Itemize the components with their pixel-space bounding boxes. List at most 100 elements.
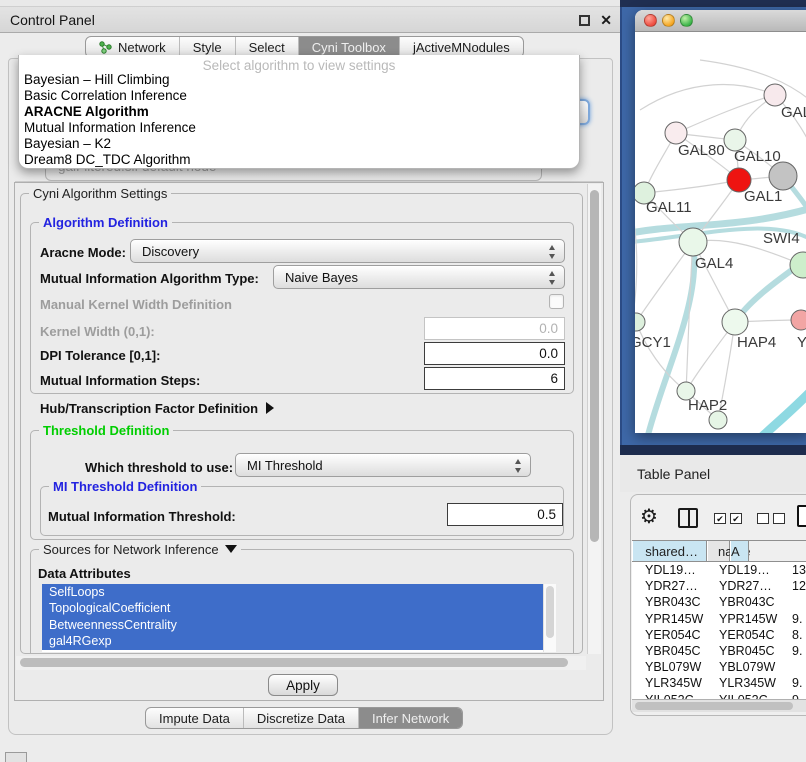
tab[interactable]: jActiveMNodules	[400, 37, 523, 57]
menu-item[interactable]: ARACNE Algorithm	[19, 104, 579, 120]
column-header[interactable]: shared…	[632, 541, 707, 561]
scrollbar-thumb[interactable]	[590, 190, 599, 542]
mi-type-combo[interactable]: Naive Bayes	[273, 265, 565, 289]
restore-panel-icon[interactable]	[5, 752, 27, 762]
network-node[interactable]	[791, 310, 806, 330]
data-attributes-label: Data Attributes	[38, 566, 131, 581]
node-label: GAL	[781, 104, 806, 121]
menu-item[interactable]: Mutual Information Inference	[19, 120, 579, 136]
node-label: SWI4	[763, 230, 800, 247]
node-label: Y	[797, 334, 806, 351]
tab-label: Select	[249, 40, 285, 55]
checkbox-unchecked-icon[interactable]	[773, 513, 785, 524]
data-attributes-list[interactable]: SelfLoops TopologicalCoefficient Between…	[42, 584, 556, 652]
tab-label: Discretize Data	[257, 711, 345, 726]
menu-item[interactable]: Dream8 DC_TDC Algorithm	[19, 152, 579, 168]
tab-label: Impute Data	[159, 711, 230, 726]
gear-icon[interactable]: ⚙	[640, 507, 658, 527]
network-node[interactable]	[722, 309, 748, 335]
sources-toggle[interactable]: Sources for Network Inference	[39, 542, 241, 557]
table-row[interactable]: YDL19… YDL19… 13	[632, 562, 806, 578]
column-header[interactable]: A	[730, 541, 749, 561]
tab[interactable]: Select	[236, 37, 299, 57]
float-window-icon[interactable]	[579, 15, 590, 26]
horizontal-scrollbar[interactable]	[16, 656, 586, 670]
manual-kernel-checkbox[interactable]	[549, 294, 564, 309]
attribute-item-selected[interactable]: SelfLoops	[42, 584, 543, 600]
network-node[interactable]	[709, 411, 727, 429]
scrollbar-thumb[interactable]	[20, 658, 568, 667]
scrollbar-thumb[interactable]	[635, 702, 793, 710]
attribute-item-selected[interactable]: BetweennessCentrality	[42, 617, 543, 633]
control-panel-titlebar: Control Panel ✕	[0, 7, 620, 33]
mi-threshold-field[interactable]: 0.5	[447, 503, 563, 526]
tab[interactable]: Impute Data	[146, 708, 244, 728]
tab-label: jActiveMNodules	[413, 40, 510, 55]
network-window-titlebar[interactable]	[635, 10, 806, 32]
aracne-mode-combo[interactable]: Discovery	[130, 239, 565, 263]
document-icon[interactable]	[797, 505, 806, 527]
close-window-button[interactable]	[644, 14, 657, 27]
bottom-tab-bar: Impute Data Discretize Data Infer Networ…	[145, 707, 463, 729]
algorithm-definition-title: Algorithm Definition	[39, 215, 172, 230]
network-canvas[interactable]: GALGAL80GAL10GAL1GAL11GAL4SWI4GCY1HAP4YH…	[635, 32, 806, 433]
group-title: Cyni Algorithm Settings	[29, 186, 171, 201]
tab[interactable]: Cyni Toolbox	[299, 37, 400, 57]
algorithm-dropdown-popup: Select algorithm to view settings Bayesi…	[18, 55, 580, 169]
network-node[interactable]	[635, 313, 645, 331]
network-node[interactable]	[679, 228, 707, 256]
network-node[interactable]	[790, 252, 806, 278]
network-node[interactable]	[665, 122, 687, 144]
scrollbar-thumb[interactable]	[546, 586, 554, 638]
list-scrollbar[interactable]	[543, 584, 556, 652]
table-row[interactable]: YLR345W YLR345W 9.	[632, 675, 806, 691]
table-horizontal-scrollbar[interactable]	[632, 699, 806, 712]
menu-item[interactable]: Basic Correlation Inference	[19, 88, 579, 104]
threshold-definition-title: Threshold Definition	[39, 423, 173, 438]
tab[interactable]: Style	[180, 37, 236, 57]
close-icon[interactable]: ✕	[600, 12, 612, 29]
checkbox-unchecked-icon[interactable]	[757, 513, 769, 524]
node-table: shared… name A YDL19… YDL19… 13 YDR27… Y…	[632, 540, 806, 702]
table-row[interactable]: YDR27… YDR27… 12	[632, 578, 806, 594]
network-node[interactable]	[769, 162, 797, 190]
node-label: GCY1	[635, 334, 671, 351]
menu-item[interactable]: Bayesian – K2	[19, 136, 579, 152]
table-row[interactable]: YPR145W YPR145W 9.	[632, 611, 806, 627]
menu-item[interactable]: Bayesian – Hill Climbing	[19, 72, 579, 88]
kernel-width-field[interactable]: 0.0	[424, 317, 565, 340]
tab-label: Infer Network	[372, 711, 449, 726]
node-label: GAL1	[744, 188, 782, 205]
split-pane-icon[interactable]	[678, 508, 698, 528]
dpi-tolerance-label: DPI Tolerance [0,1]:	[40, 348, 160, 363]
vertical-scrollbar[interactable]	[587, 184, 601, 654]
node-label: GAL10	[734, 148, 781, 165]
tab[interactable]: Network	[86, 37, 180, 57]
checkbox-checked-icon[interactable]: ✔	[714, 513, 726, 524]
mi-steps-field[interactable]: 6	[424, 367, 565, 390]
dpi-tolerance-field[interactable]: 0.0	[424, 342, 565, 365]
top-strip	[0, 0, 620, 7]
which-threshold-combo[interactable]: MI Threshold	[235, 453, 531, 477]
hub-definition-toggle[interactable]: Hub/Transcription Factor Definition	[40, 401, 274, 416]
table-row[interactable]: YER054C YER054C 8.	[632, 627, 806, 643]
attribute-item-selected[interactable]: gal4RGexp	[42, 633, 543, 649]
stepper-arrows-icon	[513, 459, 522, 473]
network-node[interactable]	[764, 84, 786, 106]
network-icon	[99, 41, 113, 54]
checkbox-checked-icon[interactable]: ✔	[730, 513, 742, 524]
table-row[interactable]: YBR045C YBR045C 9.	[632, 643, 806, 659]
panel-title: Control Panel	[10, 12, 95, 28]
tab[interactable]: Discretize Data	[244, 708, 359, 728]
node-label: GAL80	[678, 142, 725, 159]
attribute-item-selected[interactable]: TopologicalCoefficient	[42, 600, 543, 616]
table-row[interactable]: YBL079W YBL079W	[632, 659, 806, 675]
node-label: HAP4	[737, 334, 776, 351]
zoom-window-button[interactable]	[680, 14, 693, 27]
column-header[interactable]: name	[707, 541, 730, 561]
tab[interactable]: Infer Network	[359, 708, 462, 728]
minimize-window-button[interactable]	[662, 14, 675, 27]
table-row[interactable]: YBR043C YBR043C	[632, 594, 806, 610]
stepper-arrows-icon	[547, 245, 556, 259]
apply-button[interactable]: Apply	[268, 674, 338, 696]
